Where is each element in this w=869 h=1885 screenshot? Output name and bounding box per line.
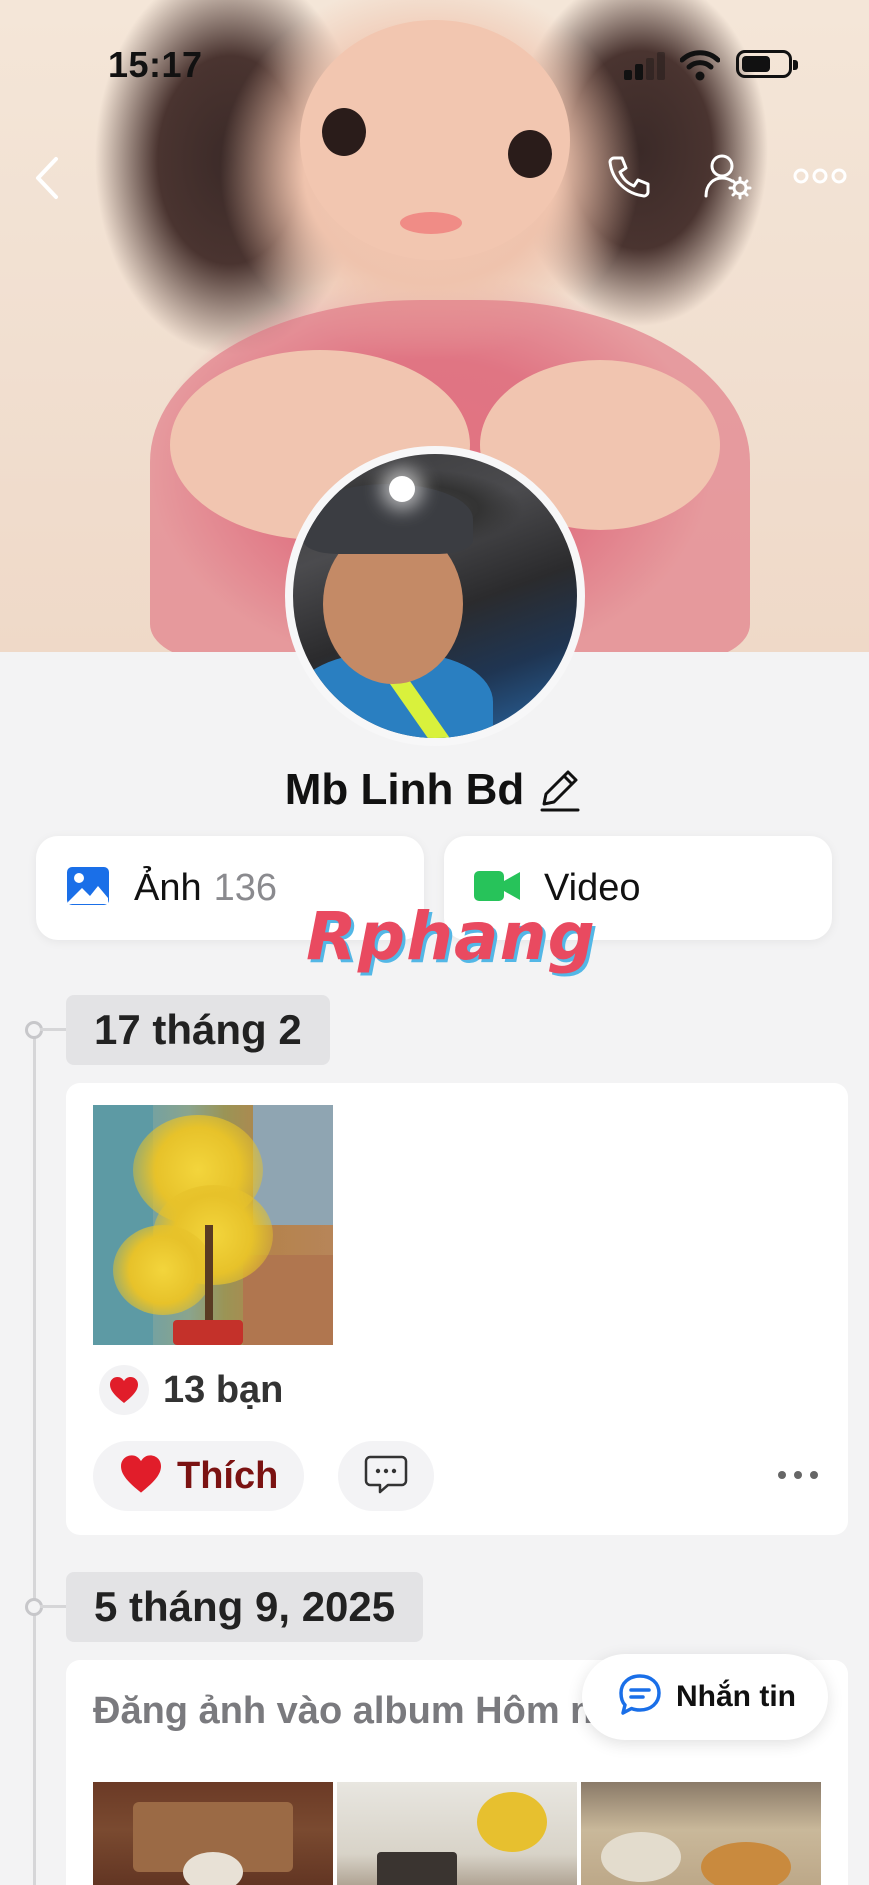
avatar-cap-shape	[303, 484, 473, 554]
message-button-label: Nhắn tin	[676, 1680, 796, 1713]
avatar-light-shape	[389, 476, 415, 502]
cover-nose	[400, 212, 462, 234]
timeline-date-chip: 17 tháng 2	[66, 995, 330, 1065]
wifi-icon	[679, 48, 721, 82]
album-photo[interactable]	[93, 1782, 333, 1885]
profile-avatar[interactable]	[285, 446, 585, 746]
more-horizontal-icon	[777, 1467, 819, 1485]
profile-name-row: Mb Linh Bd	[0, 760, 869, 820]
like-button[interactable]: Thích	[93, 1441, 305, 1511]
cover-eye-right	[508, 130, 552, 178]
more-options-button[interactable]	[790, 160, 850, 196]
reaction-count: 13 bạn	[163, 1368, 284, 1411]
status-bar: 15:17	[0, 0, 869, 120]
post-caption: Đăng ảnh vào album Hôm n	[93, 1690, 594, 1732]
reaction-summary[interactable]: 13 bạn	[99, 1365, 283, 1415]
heart-icon	[119, 1454, 163, 1499]
album-photo[interactable]	[581, 1782, 821, 1885]
heart-reaction-icon	[99, 1365, 149, 1415]
photo-icon	[66, 866, 110, 911]
photos-count: 136	[213, 866, 278, 909]
like-label: Thích	[177, 1454, 279, 1497]
more-icon	[792, 166, 848, 191]
battery-icon	[736, 50, 798, 78]
post-photo[interactable]	[93, 1105, 333, 1345]
watermark: Rphang	[306, 898, 596, 975]
friend-settings-icon	[702, 150, 754, 207]
comment-button[interactable]	[338, 1441, 434, 1511]
call-button[interactable]	[600, 150, 656, 206]
timeline-post: 13 bạn Thích	[66, 1083, 848, 1535]
friend-settings-button[interactable]	[700, 150, 756, 206]
chat-icon	[618, 1673, 662, 1722]
back-button[interactable]	[22, 150, 72, 210]
album-photo[interactable]	[337, 1782, 577, 1885]
post-more-button[interactable]	[772, 1456, 824, 1496]
timeline-line	[33, 1030, 36, 1885]
timeline-date-chip: 5 tháng 9, 2025	[66, 1572, 424, 1642]
phone-icon	[604, 152, 652, 205]
photos-label: Ảnh	[134, 866, 202, 909]
back-icon	[32, 155, 62, 206]
edit-icon[interactable]	[540, 768, 584, 812]
message-button[interactable]: Nhắn tin	[582, 1654, 828, 1740]
profile-name: Mb Linh Bd	[284, 765, 525, 814]
cellular-signal-icon	[624, 50, 666, 80]
status-time: 15:17	[108, 44, 203, 85]
comment-icon	[364, 1454, 408, 1499]
